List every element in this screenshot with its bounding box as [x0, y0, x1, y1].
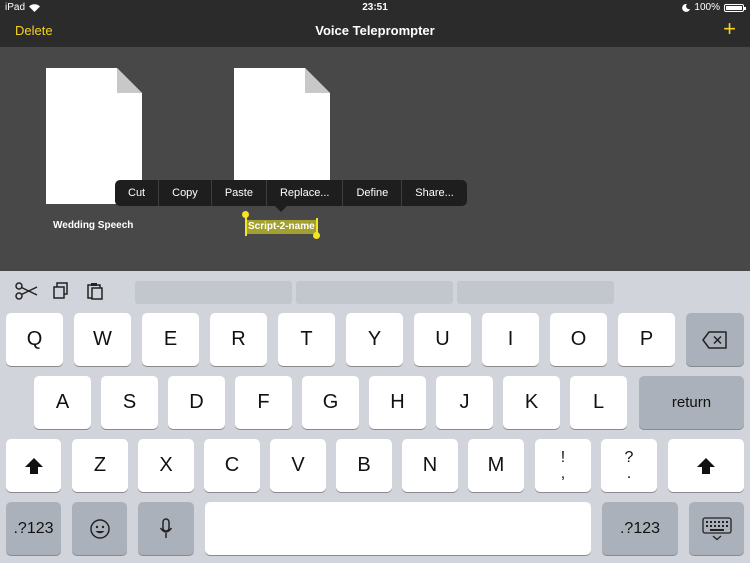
key-x[interactable]: X — [138, 439, 194, 492]
key-h[interactable]: H — [369, 376, 426, 429]
key-f[interactable]: F — [235, 376, 292, 429]
key-n[interactable]: N — [402, 439, 458, 492]
key-bottom-char: , — [560, 464, 566, 482]
key-c[interactable]: C — [204, 439, 260, 492]
key-d[interactable]: D — [168, 376, 225, 429]
key-q[interactable]: Q — [6, 313, 63, 366]
emoji-icon — [89, 518, 110, 539]
battery-percent: 100% — [694, 2, 720, 13]
documents-grid: Wedding Speech — [0, 47, 750, 271]
scissors-icon[interactable] — [14, 281, 38, 301]
suggestion-slot[interactable] — [296, 281, 453, 304]
microphone-icon — [159, 517, 173, 538]
key-l[interactable]: L — [570, 376, 627, 429]
key-exclaim-comma[interactable]: ! , — [535, 439, 591, 492]
selection-start-handle[interactable] — [242, 211, 249, 218]
battery-icon — [724, 3, 746, 12]
delete-backward-icon — [702, 330, 727, 349]
key-u[interactable]: U — [414, 313, 471, 366]
document-name-field[interactable]: Script-2-name — [246, 220, 317, 234]
key-y[interactable]: Y — [346, 313, 403, 366]
key-top-char: ? — [624, 448, 634, 466]
backspace-key[interactable] — [686, 313, 744, 366]
menu-define[interactable]: Define — [342, 180, 401, 206]
key-j[interactable]: J — [436, 376, 493, 429]
keyboard: Q W E R T Y U I O P A S D F G H J K L re… — [0, 271, 750, 563]
numbers-key-right[interactable]: .?123 — [602, 502, 678, 555]
menu-cut[interactable]: Cut — [115, 180, 158, 206]
key-question-period[interactable]: ? . — [601, 439, 657, 492]
key-r[interactable]: R — [210, 313, 267, 366]
suggestion-slot[interactable] — [135, 281, 292, 304]
emoji-key[interactable] — [72, 502, 127, 555]
add-icon[interactable]: + — [723, 18, 736, 40]
menu-copy[interactable]: Copy — [158, 180, 211, 206]
key-b[interactable]: B — [336, 439, 392, 492]
key-m[interactable]: M — [468, 439, 524, 492]
edit-context-menu: Cut Copy Paste Replace... Define Share..… — [115, 180, 467, 212]
shift-right-key[interactable] — [668, 439, 744, 492]
page-title: Voice Teleprompter — [315, 23, 435, 38]
key-v[interactable]: V — [270, 439, 326, 492]
status-time: 23:51 — [362, 2, 388, 13]
shift-icon — [24, 457, 43, 474]
key-top-char: ! — [560, 448, 566, 466]
suggestion-slot[interactable] — [457, 281, 614, 304]
menu-paste[interactable]: Paste — [210, 180, 266, 206]
key-s[interactable]: S — [101, 376, 158, 429]
menu-share[interactable]: Share... — [401, 180, 467, 206]
copy-icon[interactable] — [51, 281, 71, 301]
shift-icon — [697, 457, 715, 474]
key-t[interactable]: T — [278, 313, 335, 366]
space-key[interactable] — [205, 502, 591, 555]
return-key[interactable]: return — [639, 376, 744, 429]
dismiss-keyboard-key[interactable] — [689, 502, 744, 555]
status-bar: iPad 23:51 100% — [0, 0, 750, 15]
numbers-key-left[interactable]: .?123 — [6, 502, 61, 555]
document-label[interactable]: Wedding Speech — [53, 220, 133, 231]
menu-replace[interactable]: Replace... — [265, 180, 343, 206]
selection-end-handle[interactable] — [313, 232, 320, 239]
key-w[interactable]: W — [74, 313, 131, 366]
dictation-key[interactable] — [138, 502, 194, 555]
shift-left-key[interactable] — [6, 439, 61, 492]
navigation-bar: Delete Voice Teleprompter + — [0, 15, 750, 47]
key-e[interactable]: E — [142, 313, 199, 366]
key-o[interactable]: O — [550, 313, 607, 366]
key-p[interactable]: P — [618, 313, 675, 366]
moon-icon — [682, 3, 691, 12]
key-k[interactable]: K — [503, 376, 560, 429]
key-bottom-char: . — [626, 464, 632, 482]
key-z[interactable]: Z — [72, 439, 128, 492]
menu-pointer — [275, 206, 287, 212]
key-i[interactable]: I — [482, 313, 539, 366]
key-a[interactable]: A — [34, 376, 91, 429]
keyboard-hide-icon — [701, 516, 732, 540]
key-g[interactable]: G — [302, 376, 359, 429]
paste-icon[interactable] — [85, 281, 105, 301]
